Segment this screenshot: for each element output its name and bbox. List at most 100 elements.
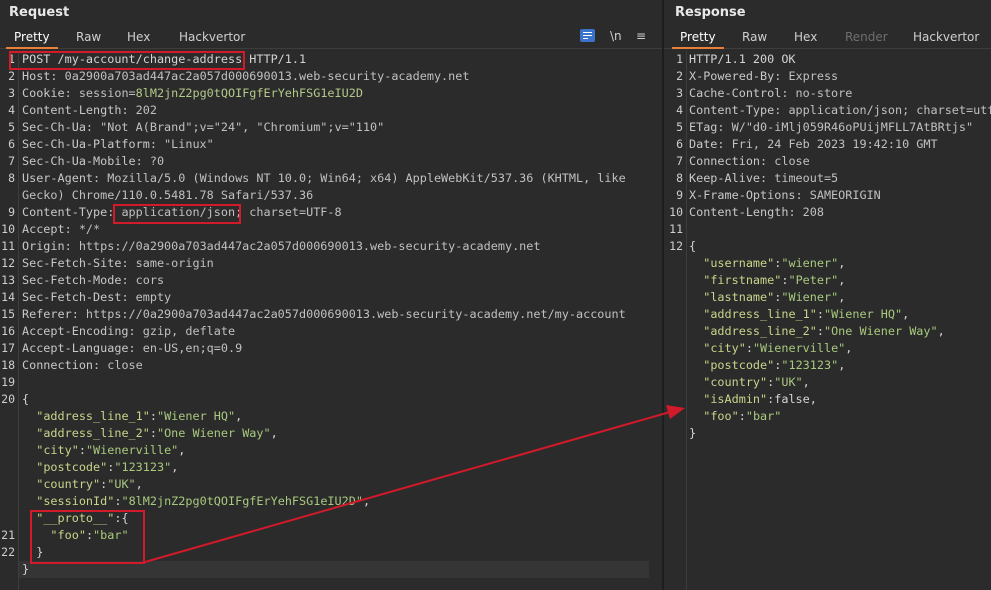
- code-token: :: [78, 443, 86, 457]
- tab-render[interactable]: Render: [845, 29, 888, 46]
- code-line: Sec-Ch-Ua-Platform: "Linux": [22, 136, 214, 153]
- line-number: 14: [1, 290, 15, 304]
- code-token: Sec-Fetch-Mode: [22, 273, 122, 287]
- line-number: 1: [676, 52, 683, 66]
- code-line: Date: Fri, 24 Feb 2023 19:42:10 GMT: [689, 136, 938, 153]
- code-token: ,: [838, 273, 846, 287]
- code-token: : application/json; charset=UTF-8: [107, 205, 342, 219]
- code-line: Content-Length: 202: [22, 102, 157, 119]
- code-token: "123123": [114, 460, 172, 474]
- tab-raw[interactable]: Raw: [742, 29, 767, 46]
- code-token: }: [689, 426, 697, 440]
- tab-hex[interactable]: Hex: [127, 29, 150, 46]
- line-number: 4: [8, 103, 15, 117]
- line-number: 5: [676, 120, 683, 134]
- code-token: X-Frame-Options: [689, 188, 796, 202]
- tab-pretty[interactable]: Pretty: [672, 29, 724, 49]
- code-token: Content-Type: [22, 205, 108, 219]
- line-number: 2: [8, 69, 15, 83]
- code-token: "lastname": [703, 290, 775, 304]
- code-token: ,: [845, 341, 853, 355]
- gutter-border: [18, 51, 19, 590]
- line-number: 22: [1, 545, 15, 559]
- code-token: }: [22, 545, 44, 559]
- request-tabs: Pretty Raw Hex Hackvertor \n ≡: [0, 28, 662, 49]
- code-token: : 0a2900a703ad447ac2a057d000690013.web-s…: [50, 69, 470, 83]
- line-number: 21: [1, 528, 15, 542]
- code-line: "postcode":"123123",: [689, 357, 845, 374]
- code-token: :: [745, 341, 753, 355]
- code-token: :: [85, 528, 94, 542]
- code-line: "address_line_1":"Wiener HQ",: [689, 306, 909, 323]
- code-token: "address_line_1": [36, 409, 150, 423]
- code-line: "address_line_2":"One Wiener Way",: [22, 425, 278, 442]
- code-line: Keep-Alive: timeout=5: [689, 170, 838, 187]
- code-token: : empty: [121, 290, 172, 304]
- code-token: Accept-Language: [22, 341, 129, 355]
- code-token: : */*: [64, 222, 101, 236]
- code-token: : 202: [121, 103, 157, 117]
- code-token: :: [816, 324, 824, 338]
- code-line: "city":"Wienerville",: [22, 442, 185, 459]
- code-token: "One Wiener Way": [156, 426, 271, 440]
- code-token: Cookie: [22, 86, 65, 100]
- code-token: Sec-Fetch-Site: [22, 256, 122, 270]
- code-token: X-Powered-By: [689, 69, 775, 83]
- line-number: 19: [1, 375, 15, 389]
- code-token: "username": [703, 256, 775, 270]
- code-token: "foo": [50, 528, 86, 542]
- response-editor[interactable]: 1 2 3 4 5 6 7 8 9 10 11 12 HTTP/1.1 200 OK X-Powered…: [664, 51, 991, 590]
- line-number: 7: [676, 154, 683, 168]
- code-line: "postcode":"123123",: [22, 459, 178, 476]
- code-token: ,: [135, 477, 143, 491]
- line-number: 6: [676, 137, 683, 151]
- line-number: 1: [8, 52, 15, 66]
- code-token: Keep-Alive: [689, 171, 761, 185]
- code-token: : ?0: [135, 154, 165, 168]
- code-token: Accept-Encoding: [22, 324, 129, 338]
- code-token: : Mozilla/5.0 (Windows NT 10.0; Win64; x…: [93, 171, 626, 185]
- code-token: "8lM2jnZ2pg0tQOIFgfErYehFSG1eIU2D": [121, 494, 363, 508]
- tab-hackvertor[interactable]: Hackvertor: [179, 29, 245, 46]
- code-token: :: [149, 426, 157, 440]
- code-line: "foo":"bar": [689, 408, 781, 425]
- code-token: "bar": [745, 409, 782, 423]
- tab-hex[interactable]: Hex: [794, 29, 817, 46]
- code-token: : "Linux": [149, 137, 214, 151]
- request-panel: Request Pretty Raw Hex Hackvertor \n ≡ 1…: [0, 0, 662, 590]
- code-line: }: [689, 425, 696, 442]
- code-token: "country": [36, 477, 101, 491]
- wrap-lines-icon[interactable]: [580, 29, 595, 42]
- line-number: 18: [1, 358, 15, 372]
- code-line: "country":"UK",: [689, 374, 810, 391]
- code-token: : application/json; charset=utf: [774, 103, 991, 117]
- tab-raw[interactable]: Raw: [76, 29, 101, 46]
- code-line: "firstname":"Peter",: [689, 272, 845, 289]
- menu-icon[interactable]: ≡: [636, 29, 646, 43]
- code-token: Sec-Ch-Ua-Mobile: [22, 154, 136, 168]
- code-token: Origin: [22, 239, 65, 253]
- code-token: ,: [178, 443, 186, 457]
- line-number: 7: [8, 154, 15, 168]
- code-token: : close: [93, 358, 143, 372]
- code-token: "postcode": [703, 358, 775, 372]
- code-token: ,: [937, 324, 945, 338]
- tab-pretty[interactable]: Pretty: [6, 29, 58, 49]
- newline-toggle-button[interactable]: \n: [610, 29, 622, 43]
- code-token: "wiener": [781, 256, 839, 270]
- code-token: "address_line_2": [703, 324, 817, 338]
- code-token: "123123": [781, 358, 839, 372]
- code-line: "foo":"bar": [22, 527, 128, 544]
- tab-hackvertor[interactable]: Hackvertor: [913, 29, 979, 46]
- request-editor[interactable]: 1 2 3 4 5 6 7 8 9 10 11 12 13 14 15 16 17 18 19 20 21 22 POST…: [0, 51, 662, 590]
- code-token: : "Not A(Brand";v="24", "Chromium";v="11…: [85, 120, 385, 134]
- code-line: Connection: close: [689, 153, 810, 170]
- code-token: : session=: [64, 86, 136, 100]
- code-token: "Wiener HQ": [823, 307, 903, 321]
- code-line: Sec-Fetch-Dest: empty: [22, 289, 171, 306]
- code-token: Host: [22, 69, 51, 83]
